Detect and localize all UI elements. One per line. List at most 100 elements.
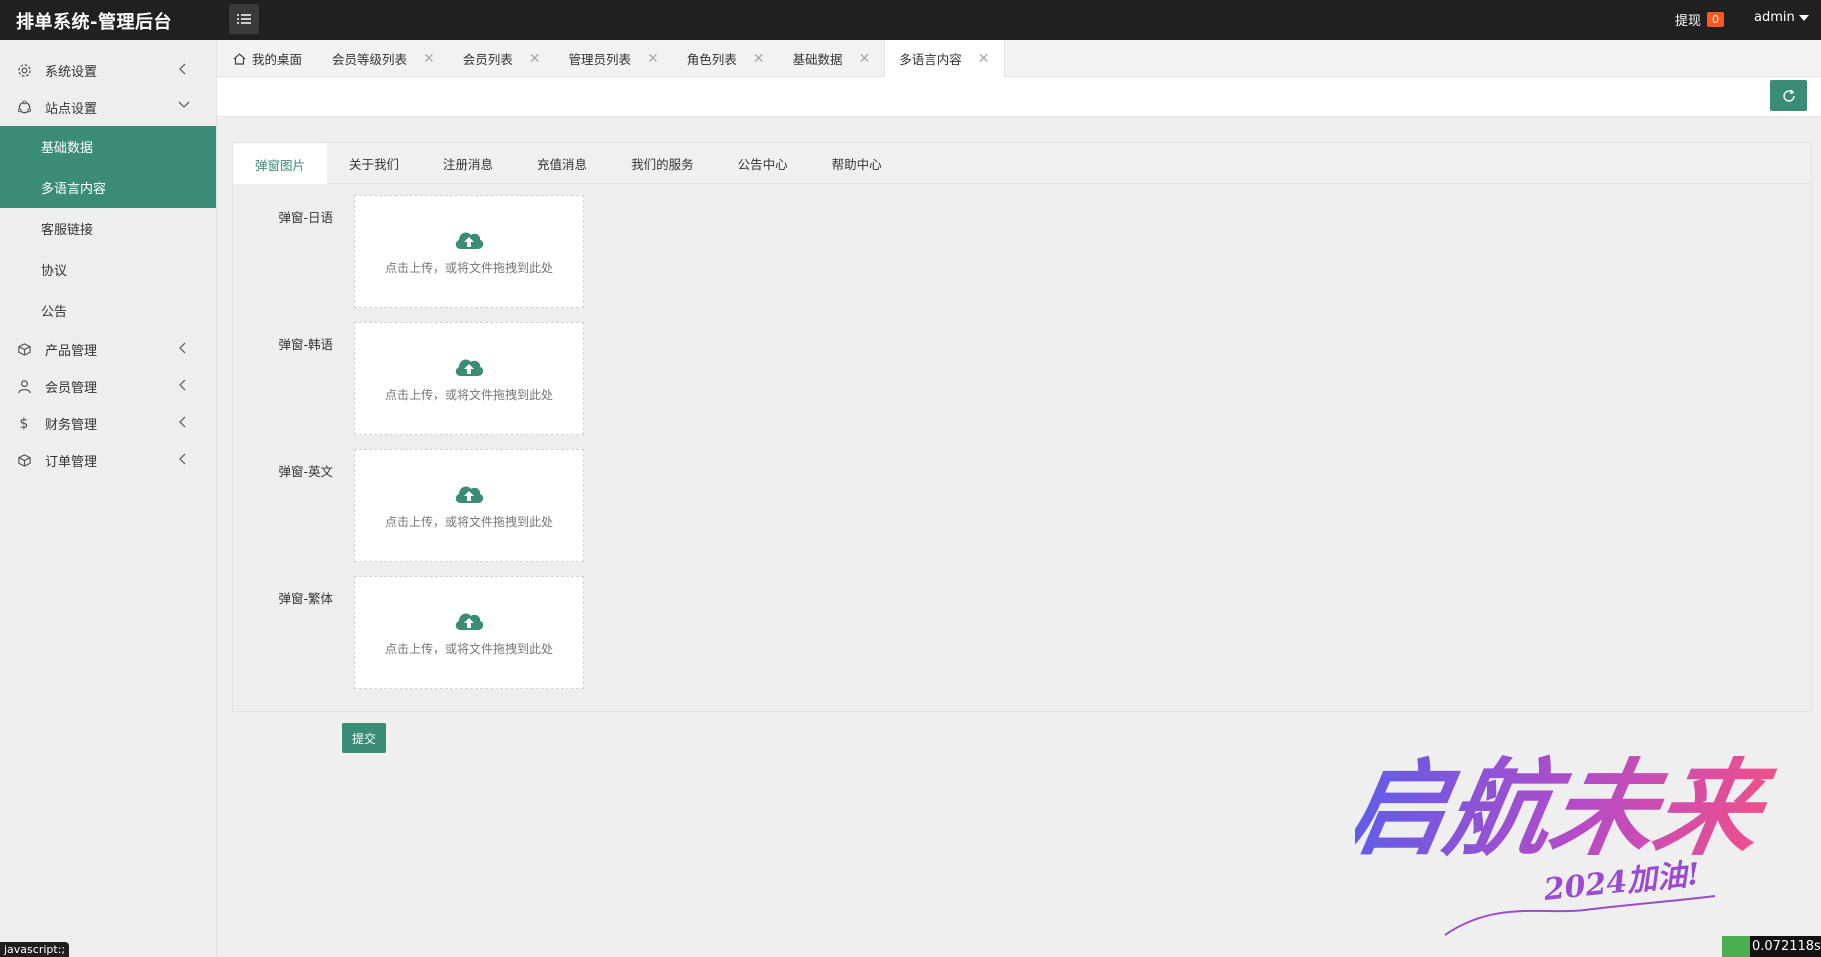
cloud-upload-icon [455,359,484,376]
home-icon [233,52,246,65]
tab-multilang[interactable]: 多语言内容 ✕ [884,40,1005,77]
cloud-upload-icon [455,232,484,249]
upload-dropzone[interactable]: 点击上传，或将文件拖拽到此处 [354,195,584,308]
tab-members[interactable]: 会员列表 ✕ [449,40,555,77]
sidebar-item-label: 站点设置 [45,102,98,117]
sidebar-subitem-notice[interactable]: 公告 [0,290,216,331]
top-bar: 排单系统-管理后台 提现 0 admin [0,0,1821,40]
close-icon[interactable]: ✕ [978,51,990,67]
user-menu[interactable]: admin [1754,10,1809,25]
sidebar-item-finance[interactable]: $ 财务管理 [0,405,216,442]
chevron-left-icon [179,379,186,391]
close-icon[interactable]: ✕ [859,51,871,67]
sidebar-subitem-customer-service[interactable]: 客服链接 [0,208,216,249]
upload-hint: 点击上传，或将文件拖拽到此处 [384,388,553,402]
list-icon [237,14,251,24]
content-tab-register-msg[interactable]: 注册消息 [421,143,515,184]
tab-label: 我的桌面 [252,52,303,67]
upload-dropzone[interactable]: 点击上传，或将文件拖拽到此处 [354,322,584,435]
sidebar-item-label: 财务管理 [45,418,98,433]
content-panel: 弹窗图片 关于我们 注册消息 充值消息 我们的服务 公告中心 帮助中心 弹窗-日… [232,142,1812,712]
withdraw-count-badge: 0 [1707,12,1725,27]
sidebar: 系统设置 站点设置 基础数据 多语言内容 客服链接 协议 公告 产品管理 会员管… [0,40,217,957]
refresh-icon [1782,89,1795,102]
content-tab-popup-images[interactable]: 弹窗图片 [233,143,328,184]
tab-member-levels[interactable]: 会员等级列表 ✕ [318,40,449,77]
chevron-down-icon [178,101,190,108]
close-icon[interactable]: ✕ [753,51,765,67]
sidebar-subitem-basic-data[interactable]: 基础数据 [0,126,216,167]
site-icon [16,100,32,116]
watermark-main-text: 启航未来 [1355,748,1782,870]
close-icon[interactable]: ✕ [529,51,541,67]
content-tab-recharge-msg[interactable]: 充值消息 [515,143,609,184]
upload-hint: 点击上传，或将文件拖拽到此处 [384,261,553,275]
watermark-logo: 启航未来 2024加油! [1355,748,1782,936]
menu-toggle-button[interactable] [229,4,259,34]
sidebar-item-label: 系统设置 [45,65,98,80]
upload-dropzone[interactable]: 点击上传，或将文件拖拽到此处 [354,449,584,562]
timer-value: 0.072118s [1750,936,1821,957]
box-icon [16,342,32,358]
sidebar-item-members[interactable]: 会员管理 [0,368,216,405]
upload-field-traditional: 弹窗-繁体 点击上传，或将文件拖拽到此处 [233,576,833,689]
tab-label: 会员等级列表 [332,52,408,67]
status-bar-url: javascript:; [0,942,70,957]
content-tab-help-center[interactable]: 帮助中心 [810,143,904,184]
debug-timer: 0.072118s [1722,936,1821,957]
user-name: admin [1754,10,1795,25]
field-label: 弹窗-繁体 [278,591,333,606]
dollar-icon: $ [19,415,29,432]
sidebar-item-products[interactable]: 产品管理 [0,331,216,368]
user-icon [16,379,32,395]
upload-field-english: 弹窗-英文 点击上传，或将文件拖拽到此处 [233,449,833,562]
chevron-left-icon [179,416,186,428]
tab-label: 管理员列表 [568,52,632,67]
chevron-left-icon [179,453,186,465]
page-tabs-bar: 我的桌面 会员等级列表 ✕ 会员列表 ✕ 管理员列表 ✕ 角色列表 ✕ 基础数据 ✕ 多语… [217,40,1821,77]
submit-button[interactable]: 提交 [342,723,386,753]
debug-logo-icon [1722,936,1750,957]
app-title: 排单系统-管理后台 [16,12,172,33]
field-label: 弹窗-日语 [278,210,333,225]
sidebar-item-orders[interactable]: 订单管理 [0,442,216,479]
tab-desktop[interactable]: 我的桌面 [217,40,316,77]
tab-basic-data[interactable]: 基础数据 ✕ [779,40,885,77]
content-tab-our-services[interactable]: 我们的服务 [609,143,716,184]
field-label: 弹窗-韩语 [278,337,333,352]
sidebar-item-system-settings[interactable]: 系统设置 [0,52,216,89]
tab-roles[interactable]: 角色列表 ✕ [673,40,779,77]
sidebar-item-label: 产品管理 [45,344,98,359]
refresh-button[interactable] [1770,80,1807,111]
upload-field-japanese: 弹窗-日语 点击上传，或将文件拖拽到此处 [233,195,833,308]
tab-label: 会员列表 [462,52,513,67]
tab-label: 基础数据 [792,52,843,67]
upload-hint: 点击上传，或将文件拖拽到此处 [384,642,553,656]
upload-dropzone[interactable]: 点击上传，或将文件拖拽到此处 [354,576,584,689]
content-tab-about-us[interactable]: 关于我们 [327,143,421,184]
chevron-left-icon [179,63,186,75]
close-icon[interactable]: ✕ [423,51,435,67]
upload-field-korean: 弹窗-韩语 点击上传，或将文件拖拽到此处 [233,322,833,435]
cloud-upload-icon [455,613,484,630]
sidebar-item-site-settings[interactable]: 站点设置 [0,89,216,126]
withdraw-link[interactable]: 提现 0 [1675,10,1725,29]
box-icon [16,453,32,469]
sidebar-item-label: 会员管理 [45,381,98,396]
close-icon[interactable]: ✕ [647,51,659,67]
tab-label: 多语言内容 [899,52,962,67]
tab-label: 角色列表 [686,52,737,67]
tab-admins[interactable]: 管理员列表 ✕ [555,40,673,77]
upload-hint: 点击上传，或将文件拖拽到此处 [384,515,553,529]
gear-icon [16,63,32,79]
sidebar-subitem-agreement[interactable]: 协议 [0,249,216,290]
caret-down-icon [1798,14,1809,21]
toolbar [217,77,1821,117]
sidebar-subitem-multilang[interactable]: 多语言内容 [0,167,216,208]
withdraw-label: 提现 [1675,14,1702,29]
chevron-left-icon [179,342,186,354]
sidebar-item-label: 订单管理 [45,455,98,470]
content-tabs: 弹窗图片 关于我们 注册消息 充值消息 我们的服务 公告中心 帮助中心 [233,143,1811,184]
content-tab-notice-center[interactable]: 公告中心 [716,143,810,184]
cloud-upload-icon [455,486,484,503]
